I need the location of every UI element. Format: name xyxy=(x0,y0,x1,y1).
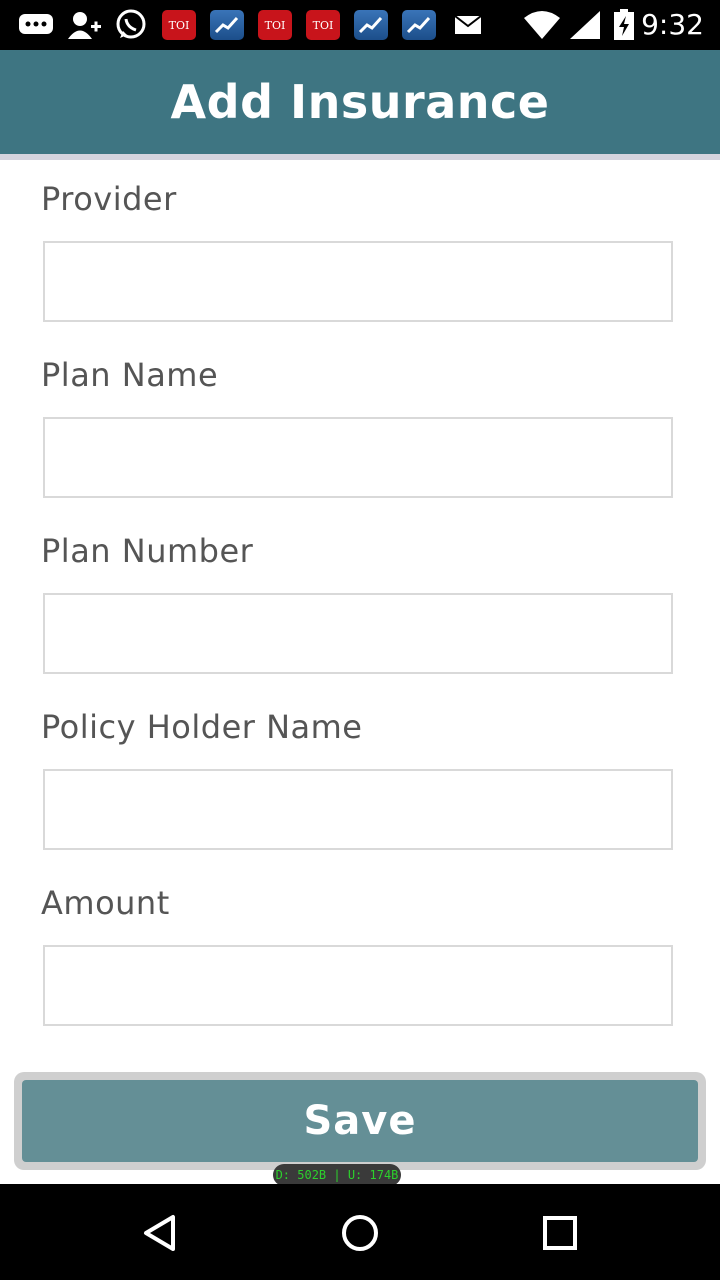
provider-input[interactable] xyxy=(43,241,673,322)
header-divider xyxy=(0,154,720,160)
back-icon[interactable] xyxy=(135,1208,185,1258)
toi-icon: TOI xyxy=(258,10,292,40)
provider-label: Provider xyxy=(41,180,177,218)
recents-icon[interactable] xyxy=(535,1208,585,1258)
home-icon[interactable] xyxy=(335,1208,385,1258)
navigation-bar xyxy=(0,1184,720,1280)
app-header: Add Insurance xyxy=(0,50,720,154)
status-time: 9:32 xyxy=(641,8,704,41)
mail-icon xyxy=(454,10,482,40)
toi-icon: TOI xyxy=(162,10,196,40)
amount-input[interactable] xyxy=(43,945,673,1026)
wifi-icon xyxy=(522,10,562,40)
amount-label: Amount xyxy=(41,884,170,922)
plan-name-label: Plan Name xyxy=(41,356,219,394)
save-button[interactable]: Save xyxy=(22,1080,698,1162)
save-button-frame: Save xyxy=(14,1072,706,1170)
policy-holder-name-label: Policy Holder Name xyxy=(41,708,363,746)
policy-holder-name-input[interactable] xyxy=(43,769,673,850)
add-contact-icon xyxy=(66,10,102,40)
plan-number-input[interactable] xyxy=(43,593,673,674)
status-bar: TOI TOI TOI 9:32 xyxy=(0,0,720,50)
battery-icon xyxy=(612,9,636,40)
plan-name-input[interactable] xyxy=(43,417,673,498)
whatsapp-icon xyxy=(114,9,148,40)
plan-number-label: Plan Number xyxy=(41,532,254,570)
chart-app-icon xyxy=(210,10,244,40)
chart-app-icon xyxy=(354,10,388,40)
toi-icon: TOI xyxy=(306,10,340,40)
page-title: Add Insurance xyxy=(170,75,550,129)
message-icon xyxy=(18,10,54,40)
chart-app-icon xyxy=(402,10,436,40)
signal-icon xyxy=(568,10,602,40)
data-traffic-overlay: D: 502B | U: 174B xyxy=(273,1164,401,1186)
